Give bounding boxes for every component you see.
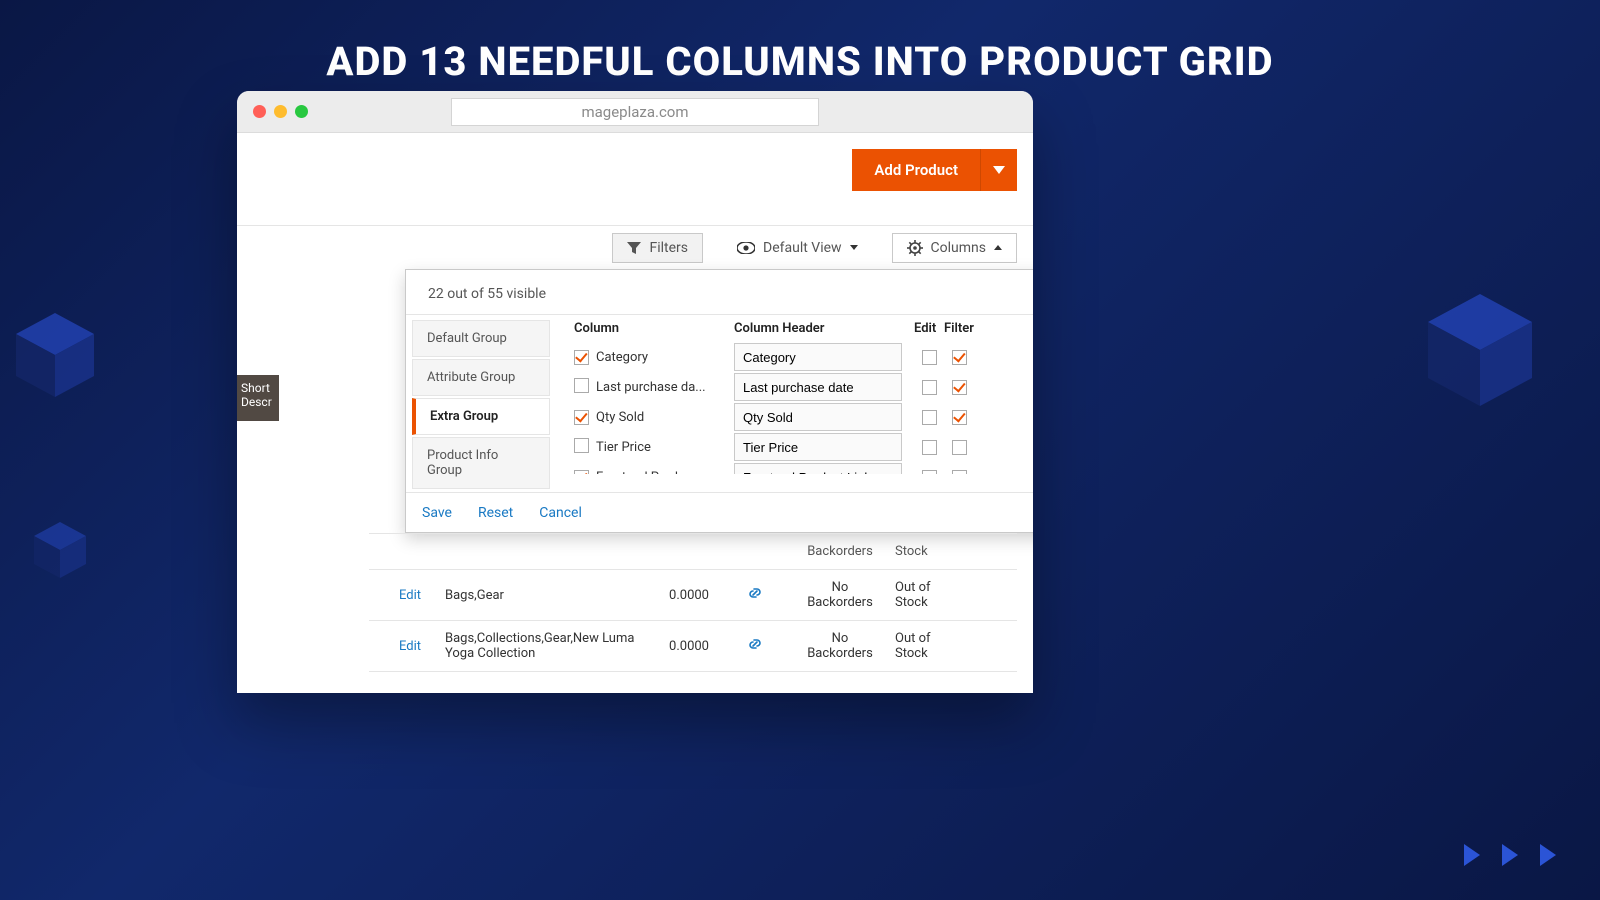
edit-checkbox[interactable] [922, 350, 937, 365]
grid-toolbar: Filters Default View Columns [237, 225, 1033, 269]
close-window-icon[interactable] [253, 105, 266, 118]
column-name: Category [596, 350, 734, 365]
column-groups: Default Group Attribute Group Extra Grou… [406, 315, 556, 474]
browser-chrome: mageplaza.com [237, 91, 1033, 133]
column-group-default[interactable]: Default Group [412, 320, 550, 357]
filter-checkbox[interactable] [952, 470, 967, 475]
app-stage: Add Product Filters Default View Columns [237, 133, 1033, 693]
columns-label: Columns [931, 240, 986, 256]
column-name: Qty Sold [596, 410, 734, 425]
column-name: Frontend Produc... [596, 470, 734, 475]
caret-up-icon [994, 245, 1002, 250]
columns-footer: Save Reset Cancel [406, 492, 1033, 532]
visibility-checkbox[interactable] [574, 438, 589, 453]
column-header-input[interactable] [734, 403, 902, 431]
maximize-window-icon[interactable] [295, 105, 308, 118]
grid-row: Edit Bags,Collections,Gear,New Luma Yoga… [369, 621, 1017, 672]
column-row: Tier Price [574, 432, 1033, 462]
default-view-label: Default View [763, 240, 842, 256]
edit-checkbox[interactable] [922, 440, 937, 455]
column-name: Tier Price [596, 440, 734, 455]
row-frontend-link[interactable] [725, 637, 785, 655]
column-group-product-info[interactable]: Product Info Group [412, 437, 550, 489]
column-header-input[interactable] [734, 343, 902, 371]
column-row: Frontend Produc... [574, 462, 1033, 474]
row-categories: Bags,Collections,Gear,New Luma Yoga Coll… [445, 631, 645, 661]
caret-down-icon [993, 166, 1005, 174]
columns-save-link[interactable]: Save [422, 505, 452, 521]
row-qty: 0.0000 [645, 639, 725, 654]
columns-body: Default Group Attribute Group Extra Grou… [406, 314, 1033, 474]
filter-checkbox[interactable] [952, 380, 967, 395]
link-icon [748, 586, 762, 600]
minimize-window-icon[interactable] [274, 105, 287, 118]
row-stock: Out ofStock [895, 631, 975, 661]
visibility-checkbox[interactable] [574, 378, 589, 393]
row-edit-link[interactable]: Edit [375, 639, 445, 654]
caret-down-icon [850, 245, 858, 250]
columns-dropdown: 22 out of 55 visible Default Group Attri… [405, 269, 1033, 533]
decorative-play-icons [1464, 844, 1556, 866]
column-group-extra[interactable]: Extra Group [412, 398, 550, 435]
columns-table-head: Column Column Header Edit Filter [574, 321, 1033, 342]
eye-icon [737, 242, 755, 254]
traffic-lights [253, 105, 308, 118]
play-icon [1540, 844, 1556, 866]
grid-head-row: Backorders Stock [369, 534, 1017, 570]
column-header-input[interactable] [734, 433, 902, 461]
default-view-button[interactable]: Default View [723, 234, 872, 262]
play-icon [1502, 844, 1518, 866]
visibility-checkbox[interactable] [574, 410, 589, 425]
row-frontend-link[interactable] [725, 586, 785, 604]
column-header-input[interactable] [734, 463, 902, 474]
filters-button[interactable]: Filters [612, 233, 703, 263]
column-row: Category [574, 342, 1033, 372]
filter-checkbox[interactable] [952, 440, 967, 455]
grid-head-stock: Stock [895, 544, 975, 559]
browser-window: mageplaza.com Add Product Filters Defaul… [237, 91, 1033, 693]
add-product-dropdown[interactable] [981, 149, 1017, 191]
gear-icon [907, 240, 923, 256]
row-categories: Bags,Gear [445, 588, 645, 603]
th-edit: Edit [914, 321, 944, 336]
th-column: Column [574, 321, 734, 336]
columns-table: Column Column Header Edit Filter Categor… [556, 315, 1033, 474]
row-edit-link[interactable]: Edit [375, 588, 445, 603]
row-backorders: NoBackorders [785, 631, 895, 661]
page-headline: ADD 13 NEEDFUL COLUMNS INTO PRODUCT GRID [0, 0, 1600, 85]
edit-checkbox[interactable] [922, 410, 937, 425]
grid-head-backorders: Backorders [785, 544, 895, 559]
filter-checkbox[interactable] [952, 410, 967, 425]
grid-row: Edit Bags,Gear 0.0000 NoBackorders Out o… [369, 570, 1017, 621]
row-backorders: NoBackorders [785, 580, 895, 610]
edit-checkbox[interactable] [922, 380, 937, 395]
columns-cancel-link[interactable]: Cancel [539, 505, 582, 521]
funnel-icon [627, 242, 641, 254]
column-header-input[interactable] [734, 373, 902, 401]
columns-toggle-button[interactable]: Columns [892, 233, 1017, 263]
column-row: Qty Sold [574, 402, 1033, 432]
columns-visible-summary: 22 out of 55 visible [406, 270, 1033, 314]
th-filter: Filter [944, 321, 984, 336]
edit-checkbox[interactable] [922, 470, 937, 475]
row-qty: 0.0000 [645, 588, 725, 603]
visibility-checkbox[interactable] [574, 350, 589, 365]
columns-reset-link[interactable]: Reset [478, 505, 513, 521]
th-column-header: Column Header [734, 321, 914, 336]
filter-checkbox[interactable] [952, 350, 967, 365]
grid-column-header-short-description: Short Descr [237, 375, 279, 421]
header-actions: Add Product [852, 149, 1017, 191]
play-icon [1464, 844, 1480, 866]
row-stock: Out ofStock [895, 580, 975, 610]
column-row: Last purchase da... [574, 372, 1033, 402]
column-name: Last purchase da... [596, 380, 734, 395]
product-grid: Backorders Stock Edit Bags,Gear 0.0000 N… [369, 533, 1017, 672]
visibility-checkbox[interactable] [574, 470, 589, 475]
column-group-attribute[interactable]: Attribute Group [412, 359, 550, 396]
link-icon [748, 637, 762, 651]
add-product-button[interactable]: Add Product [852, 149, 981, 191]
url-bar[interactable]: mageplaza.com [451, 98, 819, 126]
filters-label: Filters [649, 240, 688, 256]
